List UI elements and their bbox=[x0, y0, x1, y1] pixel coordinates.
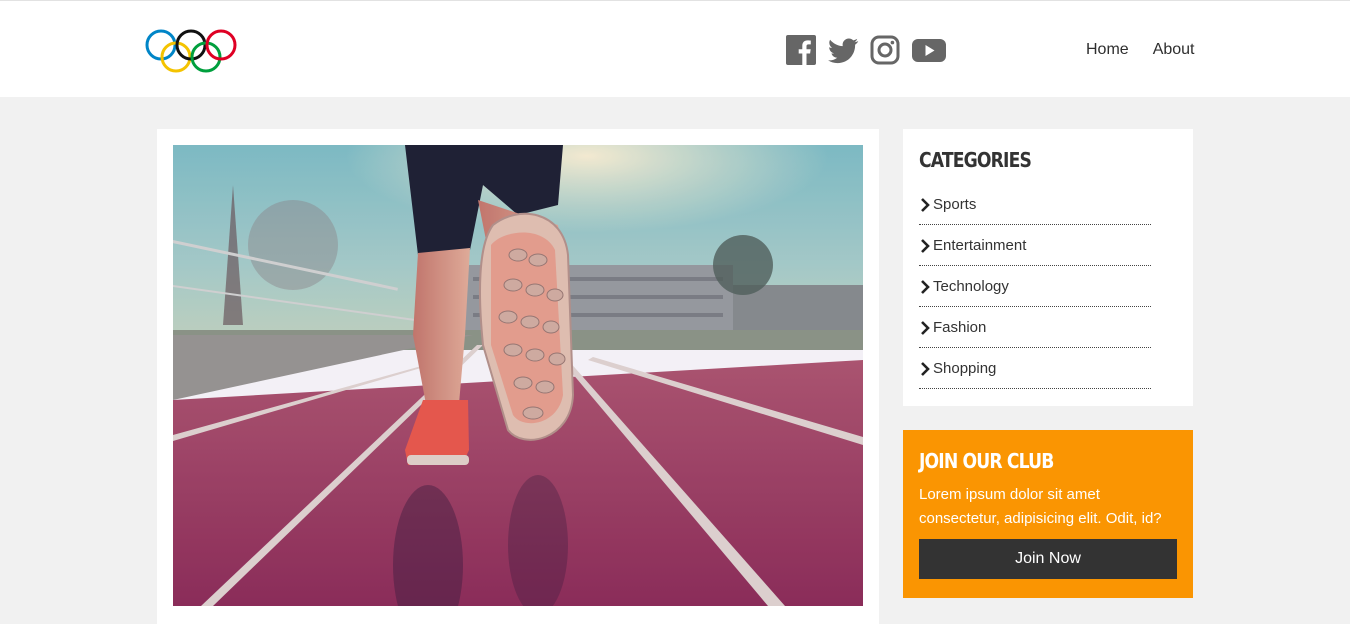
join-club-widget: JOIN OUR CLUB Lorem ipsum dolor sit amet… bbox=[903, 430, 1193, 598]
category-label: Shopping bbox=[933, 360, 997, 377]
facebook-icon[interactable] bbox=[785, 34, 817, 66]
join-now-button[interactable]: Join Now bbox=[919, 539, 1177, 579]
category-item-entertainment[interactable]: Entertainment bbox=[919, 225, 1151, 266]
categories-title: CATEGORIES bbox=[919, 148, 1032, 172]
nav-about-link[interactable]: About bbox=[1153, 39, 1195, 61]
category-item-technology[interactable]: Technology bbox=[919, 266, 1151, 307]
category-item-shopping[interactable]: Shopping bbox=[919, 348, 1151, 389]
youtube-icon[interactable] bbox=[911, 34, 947, 66]
category-label: Technology bbox=[933, 278, 1009, 295]
chevron-right-icon bbox=[921, 239, 930, 253]
category-label: Entertainment bbox=[933, 237, 1027, 254]
runner-on-track-photo bbox=[173, 145, 863, 606]
olympic-rings-logo[interactable] bbox=[144, 28, 238, 74]
category-item-fashion[interactable]: Fashion bbox=[919, 307, 1151, 348]
category-label: Fashion bbox=[933, 319, 987, 336]
join-club-text: Lorem ipsum dolor sit amet consectetur, … bbox=[919, 486, 1162, 527]
social-links bbox=[785, 34, 947, 66]
instagram-icon[interactable] bbox=[869, 34, 901, 66]
main-nav: Home About bbox=[1086, 39, 1195, 61]
chevron-right-icon bbox=[921, 280, 930, 294]
chevron-right-icon bbox=[921, 321, 930, 335]
categories-list: Sports Entertainment Technology Fashion … bbox=[919, 184, 1151, 389]
chevron-right-icon bbox=[921, 362, 930, 376]
twitter-icon[interactable] bbox=[827, 34, 859, 66]
category-item-sports[interactable]: Sports bbox=[919, 184, 1151, 225]
join-club-title: JOIN OUR CLUB bbox=[919, 449, 1054, 473]
site-header: Home About bbox=[0, 0, 1350, 97]
chevron-right-icon bbox=[921, 198, 930, 212]
category-label: Sports bbox=[933, 196, 977, 213]
categories-widget: CATEGORIES Sports Entertainment Technolo… bbox=[903, 129, 1193, 406]
nav-home-link[interactable]: Home bbox=[1086, 39, 1129, 61]
post-card bbox=[157, 129, 879, 624]
